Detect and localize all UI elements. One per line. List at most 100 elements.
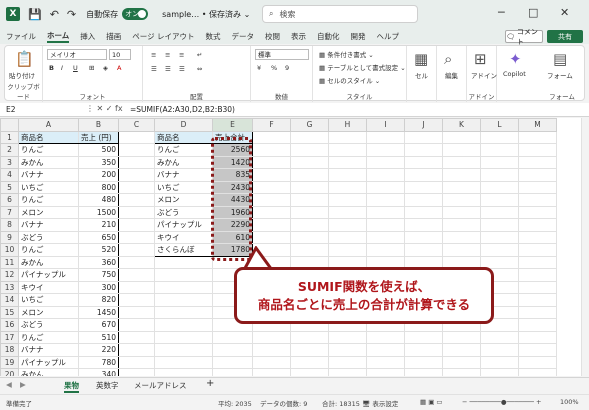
cell-b[interactable]: 200	[78, 168, 119, 182]
cell-a[interactable]: いちご	[18, 293, 79, 307]
cell-empty[interactable]	[290, 143, 329, 157]
cell-a[interactable]: りんご	[18, 330, 79, 344]
cell-b[interactable]: 480	[78, 193, 119, 207]
minimize-icon[interactable]: ─	[498, 6, 505, 19]
cell-empty[interactable]	[518, 343, 557, 357]
cell-empty[interactable]	[404, 205, 443, 219]
tab-1[interactable]: ホーム	[47, 30, 70, 43]
column-header-I[interactable]: I	[366, 118, 405, 132]
align-center-icon[interactable]: ☰	[165, 65, 171, 73]
vertical-scrollbar[interactable]	[581, 118, 589, 376]
tab-8[interactable]: 表示	[291, 31, 306, 42]
cell-c[interactable]	[118, 368, 155, 376]
cell-c[interactable]	[118, 243, 155, 257]
cell-empty[interactable]	[404, 143, 443, 157]
cell-empty[interactable]	[366, 180, 405, 194]
cell-d[interactable]	[154, 330, 213, 344]
cell-empty[interactable]	[290, 343, 329, 357]
cell-empty[interactable]	[328, 205, 367, 219]
cell-empty[interactable]	[518, 293, 557, 307]
column-header-F[interactable]: F	[252, 118, 291, 132]
cell-empty[interactable]	[480, 180, 519, 194]
cell-empty[interactable]	[328, 130, 367, 144]
name-box[interactable]: E2	[4, 104, 74, 116]
cell-a[interactable]: いちご	[18, 180, 79, 194]
cell-empty[interactable]	[480, 155, 519, 169]
tab-5[interactable]: 数式	[206, 31, 221, 42]
cell-a[interactable]: バナナ	[18, 343, 79, 357]
underline-icon[interactable]: U	[73, 64, 78, 72]
column-header-C[interactable]: C	[118, 118, 155, 132]
cell-empty[interactable]	[442, 368, 481, 376]
column-header-H[interactable]: H	[328, 118, 367, 132]
cell-empty[interactable]	[404, 368, 443, 376]
align-bottom-icon[interactable]: ≡	[179, 51, 184, 59]
cell-empty[interactable]	[328, 155, 367, 169]
cell-empty[interactable]	[442, 355, 481, 369]
cell-empty[interactable]	[328, 143, 367, 157]
cell-empty[interactable]	[290, 180, 329, 194]
cell-empty[interactable]	[518, 305, 557, 319]
cell-a[interactable]: ぶどう	[18, 230, 79, 244]
cell-empty[interactable]	[290, 368, 329, 376]
cell-d[interactable]: キウイ	[154, 230, 213, 244]
cell-empty[interactable]	[252, 205, 291, 219]
view-normal-icon[interactable]: ▦ ▣ ▭	[420, 398, 443, 406]
tab-11[interactable]: ヘルプ	[377, 31, 400, 42]
paste-icon[interactable]: 📋	[15, 50, 34, 68]
column-header-J[interactable]: J	[404, 118, 443, 132]
cell-empty[interactable]	[518, 180, 557, 194]
cell-b[interactable]: 500	[78, 143, 119, 157]
cell-empty[interactable]	[442, 205, 481, 219]
search-box[interactable]: ⌕ 検索	[262, 5, 418, 23]
cell-empty[interactable]	[518, 205, 557, 219]
italic-icon[interactable]: I	[61, 64, 63, 72]
cell-empty[interactable]	[366, 230, 405, 244]
cell-b[interactable]: 520	[78, 243, 119, 257]
cell-empty[interactable]	[404, 218, 443, 232]
cell-empty[interactable]	[252, 343, 291, 357]
cell-b[interactable]: 750	[78, 268, 119, 282]
cell-d[interactable]: いちご	[154, 180, 213, 194]
cell-b[interactable]: 650	[78, 230, 119, 244]
cell-empty[interactable]	[328, 355, 367, 369]
share-button[interactable]: 共有	[547, 30, 583, 43]
percent-icon[interactable]: %	[271, 64, 277, 72]
cell-empty[interactable]	[366, 130, 405, 144]
cell-empty[interactable]	[328, 243, 367, 257]
cell-c[interactable]	[118, 318, 155, 332]
row-header[interactable]: 1	[0, 130, 19, 144]
autosave-toggle[interactable]: オン	[122, 8, 149, 20]
align-middle-icon[interactable]: ≡	[165, 51, 170, 59]
cell-a[interactable]: バナナ	[18, 168, 79, 182]
cell-d[interactable]: メロン	[154, 193, 213, 207]
cell-e[interactable]	[212, 343, 253, 357]
form-label[interactable]: フォーム	[547, 70, 573, 80]
cell-c[interactable]	[118, 230, 155, 244]
fill-color-icon[interactable]: ◈	[103, 64, 108, 72]
cell-a[interactable]: メロン	[18, 205, 79, 219]
cell-empty[interactable]	[518, 255, 557, 269]
column-header-B[interactable]: B	[78, 118, 119, 132]
row-header[interactable]: 12	[0, 268, 19, 282]
cell-empty[interactable]	[404, 193, 443, 207]
sheet-table[interactable]: ABCDEFGHIJKLM 1 商品名 売上 (円) 商品名 売上合計 2 りんご 500 りん…	[0, 118, 557, 376]
cell-c[interactable]	[118, 155, 155, 169]
cell-empty[interactable]	[518, 330, 557, 344]
align-right-icon[interactable]: ☰	[179, 65, 185, 73]
cell-empty[interactable]	[252, 330, 291, 344]
tab-3[interactable]: 描画	[106, 31, 121, 42]
cell-empty[interactable]	[290, 355, 329, 369]
column-header-A[interactable]: A	[18, 118, 79, 132]
cell-empty[interactable]	[366, 155, 405, 169]
tab-0[interactable]: ファイル	[6, 31, 36, 42]
cell-empty[interactable]	[290, 130, 329, 144]
cell-empty[interactable]	[404, 180, 443, 194]
cell-d[interactable]: ぶどう	[154, 205, 213, 219]
font-size-select[interactable]: 10	[109, 49, 131, 60]
cell-empty[interactable]	[404, 168, 443, 182]
cell-empty[interactable]	[404, 355, 443, 369]
row-header[interactable]: 20	[0, 368, 19, 376]
cell-b[interactable]: 1450	[78, 305, 119, 319]
font-color-icon[interactable]: A	[117, 64, 121, 72]
